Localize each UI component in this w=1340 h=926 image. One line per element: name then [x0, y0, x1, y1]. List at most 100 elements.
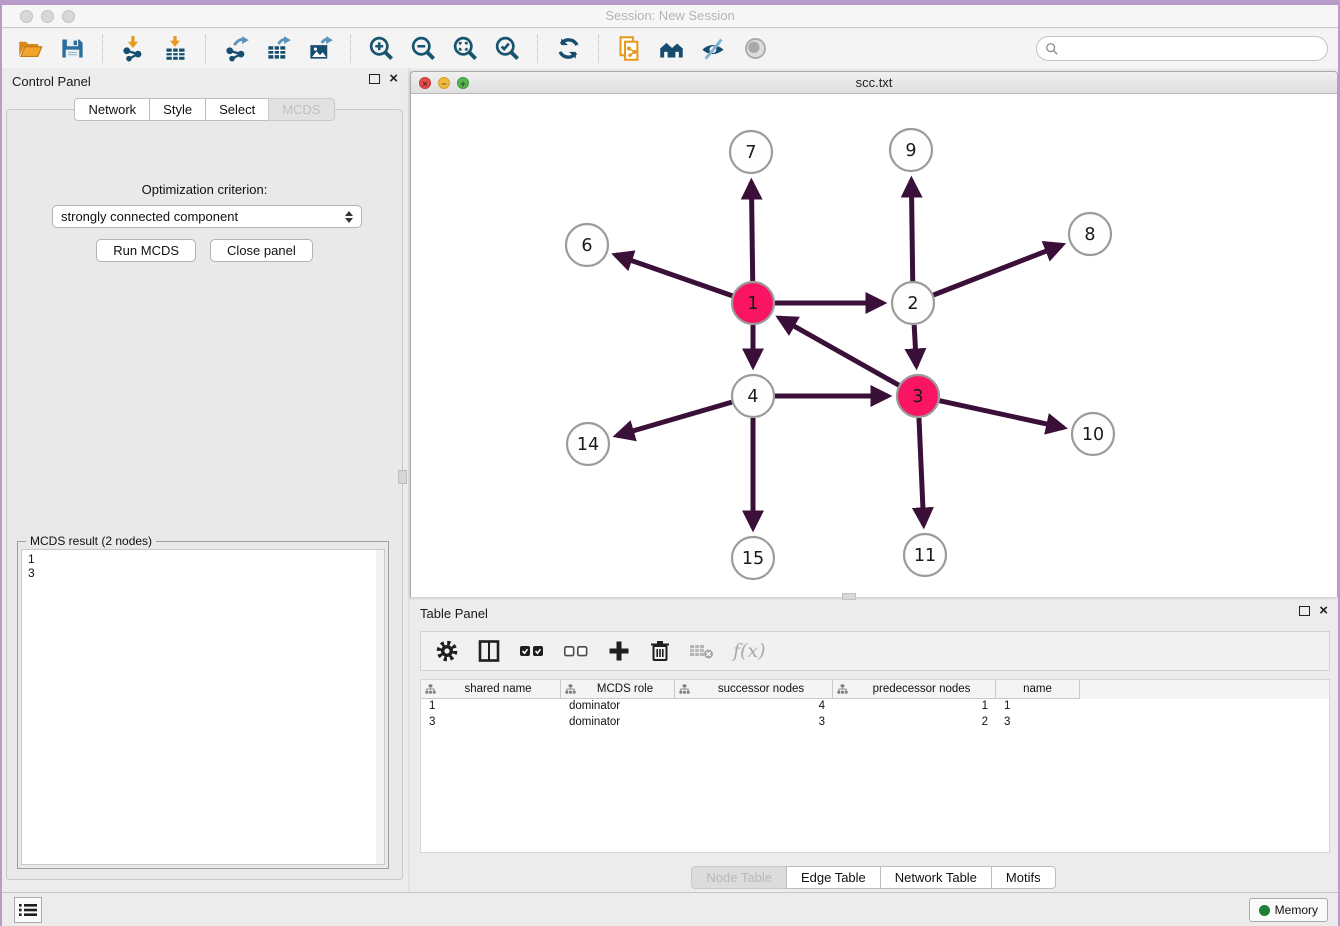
node-6[interactable]: 6 — [566, 224, 608, 266]
node-2[interactable]: 2 — [892, 282, 934, 324]
node-label: 14 — [577, 435, 599, 455]
memory-button[interactable]: Memory — [1249, 898, 1328, 922]
float-panel-icon[interactable] — [369, 74, 380, 84]
optimization-criterion-label: Optimization criterion: — [7, 182, 402, 197]
column-header-shared-name[interactable]: shared name — [421, 680, 561, 699]
cell-successor-nodes[interactable]: 3 — [675, 715, 833, 731]
columns-icon[interactable] — [477, 637, 501, 665]
tab-mcds[interactable]: MCDS — [268, 98, 334, 121]
result-scrollbar[interactable] — [376, 550, 384, 864]
node-4[interactable]: 4 — [732, 375, 774, 417]
eye-icon[interactable] — [737, 33, 773, 65]
node-label: 8 — [1084, 225, 1095, 245]
task-history-button[interactable] — [14, 897, 42, 923]
search-icon — [1045, 42, 1059, 56]
column-header-successor-nodes[interactable]: successor nodes — [675, 680, 833, 699]
mcds-result-title: MCDS result (2 nodes) — [26, 534, 156, 548]
import-table-icon[interactable] — [157, 33, 193, 65]
criterion-select[interactable]: strongly connected component — [52, 205, 362, 228]
open-file-icon[interactable] — [12, 33, 48, 65]
node-9[interactable]: 9 — [890, 129, 932, 171]
tab-motifs[interactable]: Motifs — [991, 866, 1056, 889]
close-panel-button[interactable]: Close panel — [210, 239, 313, 262]
select-all-icon[interactable] — [519, 637, 545, 665]
delete-column-icon[interactable] — [649, 637, 671, 665]
search-input[interactable] — [1064, 42, 1314, 56]
network-canvas[interactable]: 7 9 6 8 1 2 4 3 14 10 15 11 — [411, 94, 1337, 597]
column-header-predecessor-nodes[interactable]: predecessor nodes — [833, 680, 996, 699]
tab-style[interactable]: Style — [149, 98, 206, 121]
main-toolbar — [2, 29, 1338, 68]
cell-predecessor-nodes[interactable]: 2 — [833, 715, 996, 731]
refresh-layout-icon[interactable] — [550, 33, 586, 65]
memory-label: Memory — [1275, 903, 1318, 917]
node-7[interactable]: 7 — [730, 131, 772, 173]
list-icon — [19, 903, 37, 917]
gear-icon[interactable] — [435, 637, 459, 665]
mcds-result-text[interactable]: 1 3 — [21, 549, 385, 865]
edge-3-10[interactable] — [939, 401, 1063, 428]
add-column-icon[interactable] — [607, 637, 631, 665]
float-table-panel-icon[interactable] — [1299, 606, 1310, 616]
network-window-title: scc.txt — [411, 75, 1337, 90]
select-stepper-icon — [345, 211, 353, 223]
cell-shared-name[interactable]: 3 — [421, 715, 561, 731]
table-row[interactable]: 1dominator411 — [421, 699, 1329, 715]
export-image-icon[interactable] — [302, 33, 338, 65]
zoom-selected-icon[interactable] — [489, 33, 525, 65]
node-table: shared nameMCDS rolesuccessor nodesprede… — [420, 679, 1330, 853]
cell-name[interactable]: 3 — [996, 715, 1080, 731]
cell-name[interactable]: 1 — [996, 699, 1080, 715]
close-table-panel-icon[interactable]: × — [1319, 606, 1328, 616]
edge-2-3[interactable] — [914, 325, 916, 366]
tab-node-table[interactable]: Node Table — [691, 866, 787, 889]
save-session-icon[interactable] — [54, 33, 90, 65]
cell-shared-name[interactable]: 1 — [421, 699, 561, 715]
node-1[interactable]: 1 — [732, 282, 774, 324]
table-row[interactable]: 3dominator323 — [421, 715, 1329, 731]
zoom-out-icon[interactable] — [405, 33, 441, 65]
zoom-in-icon[interactable] — [363, 33, 399, 65]
clone-network-icon[interactable] — [611, 33, 647, 65]
node-3[interactable]: 3 — [897, 375, 939, 417]
mcds-panel: Optimization criterion: strongly connect… — [6, 109, 403, 880]
export-table-icon[interactable] — [260, 33, 296, 65]
edge-4-14[interactable] — [617, 402, 732, 435]
deselect-all-icon[interactable] — [563, 637, 589, 665]
column-type-icon — [565, 684, 576, 695]
column-header-name[interactable]: name — [996, 680, 1080, 699]
network-overview-icon[interactable] — [653, 33, 689, 65]
tab-select[interactable]: Select — [205, 98, 269, 121]
edge-3-1[interactable] — [779, 318, 899, 385]
zoom-fit-icon[interactable] — [447, 33, 483, 65]
cell-successor-nodes[interactable]: 4 — [675, 699, 833, 715]
search-field[interactable] — [1036, 36, 1328, 61]
node-label: 2 — [907, 294, 918, 314]
edge-1-6[interactable] — [615, 255, 732, 296]
export-network-icon[interactable] — [218, 33, 254, 65]
edge-2-9[interactable] — [911, 180, 912, 281]
hide-panel-eye-icon[interactable] — [695, 33, 731, 65]
tab-network[interactable]: Network — [74, 98, 150, 121]
tab-network-table[interactable]: Network Table — [880, 866, 992, 889]
edge-1-7[interactable] — [751, 182, 752, 281]
column-header-MCDS-role[interactable]: MCDS role — [561, 680, 675, 699]
horizontal-splitter-handle[interactable] — [842, 593, 856, 600]
node-11[interactable]: 11 — [904, 534, 946, 576]
node-10[interactable]: 10 — [1072, 413, 1114, 455]
node-15[interactable]: 15 — [732, 537, 774, 579]
network-window-titlebar[interactable]: × − + scc.txt — [411, 72, 1337, 94]
cell-MCDS-role[interactable]: dominator — [561, 715, 675, 731]
vertical-splitter-handle[interactable] — [398, 470, 407, 484]
cell-MCDS-role[interactable]: dominator — [561, 699, 675, 715]
node-14[interactable]: 14 — [567, 423, 609, 465]
node-8[interactable]: 8 — [1069, 213, 1111, 255]
edge-3-11[interactable] — [919, 418, 924, 525]
cell-predecessor-nodes[interactable]: 1 — [833, 699, 996, 715]
edge-2-8[interactable] — [933, 245, 1062, 295]
network-window: × − + scc.txt 7 9 6 8 1 2 4 3 14 10 15 11 — [410, 71, 1338, 597]
close-panel-icon[interactable]: × — [389, 74, 398, 84]
tab-edge-table[interactable]: Edge Table — [786, 866, 881, 889]
run-mcds-button[interactable]: Run MCDS — [96, 239, 196, 262]
import-network-icon[interactable] — [115, 33, 151, 65]
